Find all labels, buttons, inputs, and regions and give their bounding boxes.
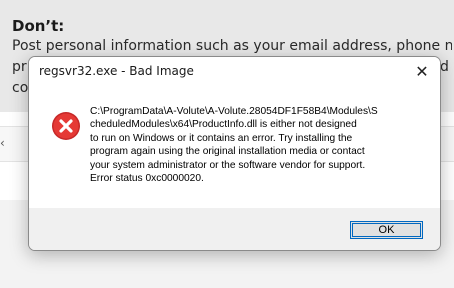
chevron-left-icon: ‹ [0, 136, 5, 150]
error-dialog: regsvr32.exe - Bad Image ✕ C:\ProgramDat… [28, 56, 441, 251]
background-heading: Don’t: [12, 17, 65, 35]
error-message: C:\ProgramData\A-Volute\A-Volute.28054DF… [90, 105, 432, 185]
error-icon [52, 112, 80, 140]
message-line: to run on Windows or it contains an erro… [90, 132, 353, 144]
dialog-titlebar[interactable]: regsvr32.exe - Bad Image ✕ [29, 57, 440, 85]
message-line: C:\ProgramData\A-Volute\A-Volute.28054DF… [90, 106, 378, 117]
screen: Don’t: Post personal information such as… [0, 0, 454, 288]
message-line: Error status 0xc0000020. [90, 173, 204, 185]
message-line: cheduledModules\x64\ProductInfo.dll is e… [90, 119, 357, 131]
message-line: program again using the original install… [90, 146, 365, 158]
dialog-title: regsvr32.exe - Bad Image [39, 64, 194, 78]
dialog-footer: OK [29, 208, 440, 250]
close-icon: ✕ [415, 61, 429, 81]
ok-button[interactable]: OK [350, 221, 423, 239]
background-text-fragment: d [440, 59, 449, 75]
dialog-content: C:\ProgramData\A-Volute\A-Volute.28054DF… [29, 85, 440, 208]
close-button[interactable]: ✕ [404, 57, 440, 85]
background-text-line: Post personal information such as your e… [12, 38, 452, 54]
message-line: your system administrator or the softwar… [90, 159, 366, 171]
